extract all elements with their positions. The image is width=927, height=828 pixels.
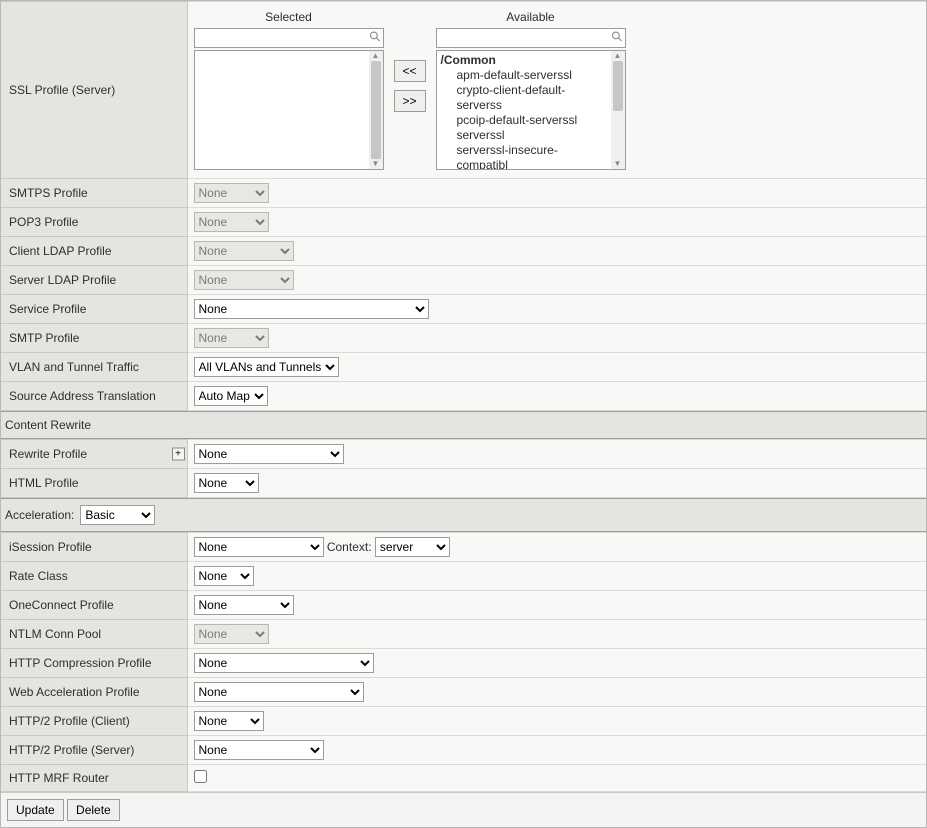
snat-label: Source Address Translation — [1, 382, 187, 411]
selected-listbox[interactable]: ▲ ▼ — [194, 50, 384, 170]
scroll-up-icon: ▲ — [372, 51, 380, 61]
ssl-profile-server-label: SSL Profile (Server) — [1, 2, 187, 179]
html-profile-select[interactable]: None — [194, 473, 259, 493]
vlan-traffic-label: VLAN and Tunnel Traffic — [1, 353, 187, 382]
available-listbox[interactable]: /Common apm-default-serverssl crypto-cli… — [436, 50, 626, 170]
smtps-profile-select: None — [194, 183, 269, 203]
rewrite-profile-add-button[interactable]: + — [172, 448, 185, 461]
available-search-input[interactable] — [436, 28, 626, 48]
http-mrf-router-label: HTTP MRF Router — [1, 765, 187, 792]
ntlm-conn-pool-label: NTLM Conn Pool — [1, 620, 187, 649]
smtps-profile-label: SMTPS Profile — [1, 179, 187, 208]
client-ldap-profile-select: None — [194, 241, 294, 261]
scroll-up-icon: ▲ — [614, 51, 622, 61]
rewrite-profile-label: Rewrite Profile + — [1, 440, 187, 469]
http-compression-profile-select[interactable]: None — [194, 653, 374, 673]
update-button[interactable]: Update — [7, 799, 64, 821]
isession-context-label: Context: — [327, 540, 372, 554]
acceleration-header: Acceleration: — [5, 508, 74, 522]
ssl-profile-dual-list: Selected ▲ — [194, 6, 921, 174]
move-left-button[interactable]: << — [394, 60, 426, 82]
scrollbar[interactable]: ▲ ▼ — [611, 51, 625, 169]
snat-select[interactable]: Auto Map — [194, 386, 268, 406]
ntlm-conn-pool-select: None — [194, 624, 269, 644]
service-profile-select[interactable]: None — [194, 299, 429, 319]
server-ldap-profile-select: None — [194, 270, 294, 290]
selected-search-input[interactable] — [194, 28, 384, 48]
oneconnect-profile-label: OneConnect Profile — [1, 591, 187, 620]
scroll-down-icon: ▼ — [614, 159, 622, 169]
list-group: /Common — [441, 53, 607, 68]
content-rewrite-header: Content Rewrite — [1, 411, 926, 439]
available-header: Available — [506, 10, 554, 24]
scroll-down-icon: ▼ — [372, 159, 380, 169]
vlan-traffic-select[interactable]: All VLANs and Tunnels — [194, 357, 339, 377]
selected-header: Selected — [265, 10, 312, 24]
smtp-profile-label: SMTP Profile — [1, 324, 187, 353]
rewrite-profile-select[interactable]: None — [194, 444, 344, 464]
rate-class-label: Rate Class — [1, 562, 187, 591]
client-ldap-profile-label: Client LDAP Profile — [1, 237, 187, 266]
move-right-button[interactable]: >> — [394, 90, 426, 112]
smtp-profile-select: None — [194, 328, 269, 348]
list-item[interactable]: apm-default-serverssl — [441, 68, 607, 83]
http-compression-profile-label: HTTP Compression Profile — [1, 649, 187, 678]
http2-client-profile-select[interactable]: None — [194, 711, 264, 731]
web-acceleration-profile-select[interactable]: None — [194, 682, 364, 702]
isession-context-select[interactable]: server — [375, 537, 450, 557]
list-item[interactable]: pcoip-default-serverssl — [441, 113, 607, 128]
rate-class-select[interactable]: None — [194, 566, 254, 586]
acceleration-level-select[interactable]: Basic — [80, 505, 155, 525]
http2-client-profile-label: HTTP/2 Profile (Client) — [1, 707, 187, 736]
list-item[interactable]: crypto-client-default-serverss — [441, 83, 607, 113]
isession-profile-select[interactable]: None — [194, 537, 324, 557]
pop3-profile-select: None — [194, 212, 269, 232]
pop3-profile-label: POP3 Profile — [1, 208, 187, 237]
server-ldap-profile-label: Server LDAP Profile — [1, 266, 187, 295]
list-item[interactable]: serverssl-insecure-compatibl — [441, 143, 607, 169]
web-acceleration-profile-label: Web Acceleration Profile — [1, 678, 187, 707]
scrollbar[interactable]: ▲ ▼ — [369, 51, 383, 169]
http-mrf-router-checkbox[interactable] — [194, 770, 207, 783]
isession-profile-label: iSession Profile — [1, 533, 187, 562]
delete-button[interactable]: Delete — [67, 799, 120, 821]
http2-server-profile-label: HTTP/2 Profile (Server) — [1, 736, 187, 765]
http2-server-profile-select[interactable]: None — [194, 740, 324, 760]
oneconnect-profile-select[interactable]: None — [194, 595, 294, 615]
html-profile-label: HTML Profile — [1, 469, 187, 498]
service-profile-label: Service Profile — [1, 295, 187, 324]
list-item[interactable]: serverssl — [441, 128, 607, 143]
